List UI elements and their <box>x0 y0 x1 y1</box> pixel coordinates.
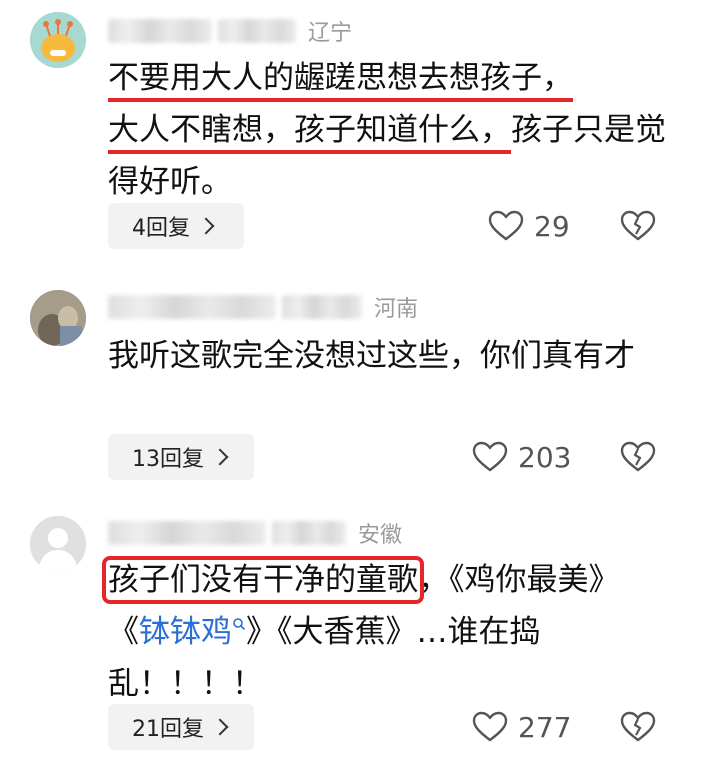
replies-button[interactable]: 21回复 <box>108 704 254 750</box>
monster-avatar-icon <box>30 12 86 68</box>
replies-label: 13回复 <box>132 447 204 472</box>
blurred-username <box>108 521 266 545</box>
highlighted-text: 孩子们没有干净的童歌 <box>102 556 424 604</box>
heart-icon <box>472 441 508 472</box>
blurred-username <box>108 19 212 43</box>
avatar[interactable] <box>30 290 86 346</box>
chevron-right-icon <box>197 217 215 235</box>
heart-icon <box>472 711 508 742</box>
replies-button[interactable]: 4回复 <box>108 203 244 249</box>
broken-heart-icon <box>620 210 656 241</box>
broken-heart-icon <box>620 711 656 742</box>
like-button[interactable]: 277 <box>472 704 571 750</box>
blurred-date <box>218 19 296 43</box>
chevron-right-icon <box>211 718 229 736</box>
heart-icon <box>488 210 524 241</box>
search-link[interactable]: 钵钵鸡 <box>139 614 246 650</box>
chevron-right-icon <box>211 448 229 466</box>
replies-label: 21回复 <box>132 717 204 742</box>
blurred-date <box>282 295 362 319</box>
dislike-button[interactable] <box>620 704 656 750</box>
avatar[interactable] <box>30 12 86 68</box>
default-avatar-icon <box>30 516 86 572</box>
like-button[interactable]: 203 <box>472 434 571 480</box>
replies-button[interactable]: 13回复 <box>108 434 254 480</box>
link-text: 钵钵鸡 <box>139 614 232 650</box>
highlighted-text: 不要用大人的龌蹉思想去想孩子， <box>108 60 573 96</box>
comment-meta: 安徽 <box>108 518 402 548</box>
dislike-button[interactable] <box>620 434 656 480</box>
comment-text-comma: ， <box>418 562 449 598</box>
dislike-button[interactable] <box>620 203 656 249</box>
like-count: 29 <box>534 209 570 243</box>
broken-heart-icon <box>620 441 656 472</box>
location-label: 安徽 <box>358 523 403 548</box>
replies-label: 4回复 <box>132 216 190 241</box>
search-icon <box>233 617 246 630</box>
comment-meta: 河南 <box>108 292 418 322</box>
blurred-date <box>272 521 346 545</box>
comment-meta: 辽宁 <box>108 16 352 46</box>
blurred-username <box>108 295 276 319</box>
like-button[interactable]: 29 <box>488 203 570 249</box>
location-label: 河南 <box>374 297 419 322</box>
photo-avatar-icon <box>30 290 86 346</box>
like-count: 277 <box>518 710 572 744</box>
like-count: 203 <box>518 440 572 474</box>
comment-text: 不要用大人的龌蹉思想去想孩子， 大人不瞎想，孩子知道什么，孩子只是觉得好听。 <box>108 52 668 208</box>
avatar[interactable] <box>30 516 86 572</box>
comment-text: 我听这歌完全没想过这些，你们真有才 <box>108 338 635 374</box>
comment-text: 孩子们没有干净的童歌，《鸡你最美》《钵钵鸡 》《大香蕉》…谁在捣乱！！！！ <box>102 554 648 710</box>
highlighted-text: 大人不瞎想，孩子知道什么， <box>108 112 511 148</box>
location-label: 辽宁 <box>308 21 353 46</box>
